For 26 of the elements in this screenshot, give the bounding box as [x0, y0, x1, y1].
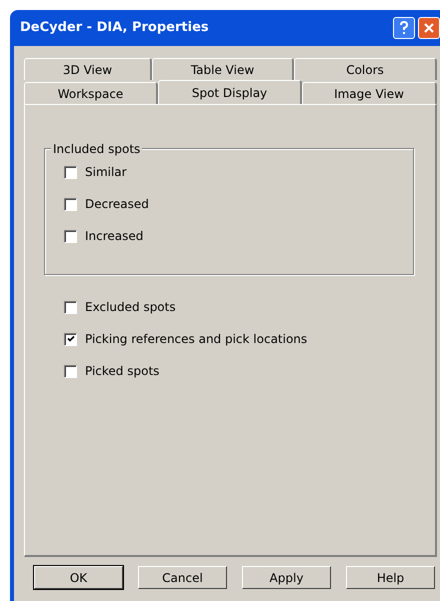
tab[interactable]: Workspace: [24, 82, 158, 104]
checkbox-label: Decreased: [85, 196, 149, 213]
tab[interactable]: Colors: [294, 58, 437, 80]
checkbox[interactable]: [64, 230, 77, 242]
checkbox-label: Picked spots: [85, 363, 160, 380]
tab[interactable]: Table View: [152, 58, 294, 80]
window-title: DeCyder - DIA, Properties: [20, 19, 210, 38]
checkmark-icon: [66, 335, 74, 343]
dialog-button[interactable]: Cancel: [138, 566, 227, 589]
checkbox-label: Increased: [85, 228, 144, 245]
dialog-button[interactable]: Help: [346, 566, 435, 589]
help-icon[interactable]: [393, 17, 415, 39]
checkbox[interactable]: [64, 364, 77, 378]
tab[interactable]: 3D View: [24, 58, 152, 80]
checkbox-label: Picking references and pick locations: [85, 331, 308, 348]
tab[interactable]: Image View: [302, 82, 437, 104]
checkbox[interactable]: [64, 300, 77, 314]
dialog-button[interactable]: Apply: [242, 566, 331, 589]
dialog-button[interactable]: OK: [34, 566, 123, 589]
checkbox-label: Excluded spots: [85, 299, 176, 316]
close-icon[interactable]: [418, 17, 440, 39]
checkbox[interactable]: [64, 332, 77, 346]
checkbox[interactable]: [64, 198, 77, 210]
tab[interactable]: Spot Display: [158, 80, 302, 104]
checkbox-label: Similar: [85, 164, 127, 181]
checkbox[interactable]: [64, 166, 77, 178]
